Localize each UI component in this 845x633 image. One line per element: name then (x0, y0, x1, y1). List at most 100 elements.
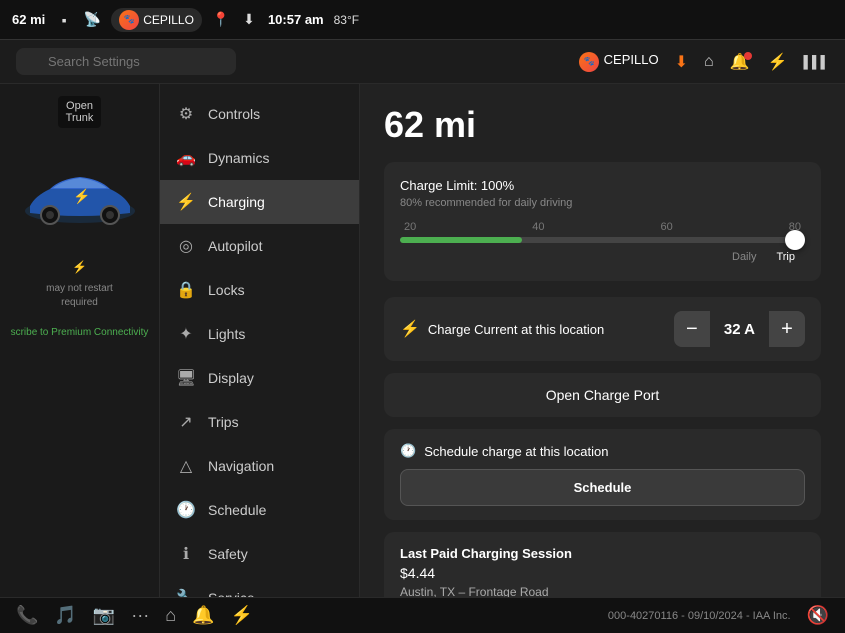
car-battery-badge: ⚡ (72, 260, 87, 274)
slider-fill (400, 237, 522, 243)
schedule-section: 🕐 Schedule charge at this location Sched… (384, 429, 821, 520)
volume-icon-taskbar[interactable]: 🔇 (807, 605, 829, 626)
lights-icon: ✦ (176, 324, 196, 344)
username-search: CEPILLO (604, 52, 659, 67)
download-icon-search[interactable]: ⬇ (675, 52, 688, 72)
navigation-label: Navigation (208, 458, 274, 474)
charging-icon-sidebar: ⚡ (176, 192, 196, 212)
slider-mark-60: 60 (661, 221, 673, 233)
sidebar-item-service[interactable]: 🔧 Service (160, 576, 359, 597)
locks-label: Locks (208, 282, 245, 298)
restart-note: may not restartrequired (46, 282, 113, 310)
music-icon-taskbar[interactable]: 🎵 (54, 605, 76, 626)
schedule-icon: 🕐 (176, 500, 196, 520)
search-input[interactable] (16, 48, 236, 75)
user-badge-search: 🐾 CEPILLO (579, 51, 658, 72)
open-trunk-label[interactable]: OpenTrunk (58, 96, 102, 128)
open-charge-port-button[interactable]: Open Charge Port (384, 373, 821, 417)
daily-mode-tab[interactable]: Daily (722, 249, 766, 265)
display-label: Display (208, 370, 254, 386)
wifi-icon: 📡 (83, 11, 101, 29)
charge-current-control: − 32 A + (674, 311, 805, 347)
sidebar-item-display[interactable]: 🖥 Display (160, 356, 359, 400)
charge-value-display: 32 A (710, 311, 769, 347)
safety-icon: ℹ (176, 544, 196, 564)
bluetooth-icon[interactable]: ⚡ (768, 52, 788, 72)
footer-text: 000-40270116 - 09/10/2024 - IAA Inc. (608, 610, 791, 622)
autopilot-label: Autopilot (208, 238, 262, 254)
clock-icon: 🕐 (400, 443, 416, 459)
sidebar-item-trips[interactable]: ↗ Trips (160, 400, 359, 444)
connectivity-note: scribe to Premium Connectivity (11, 326, 149, 340)
temp-display: 83°F (334, 13, 359, 27)
sidebar-item-autopilot[interactable]: ◎ Autopilot (160, 224, 359, 268)
bell-icon-search[interactable]: 🔔 (730, 52, 752, 72)
charging-icon-taskbar[interactable]: ⚡ (231, 605, 253, 626)
trip-mode-tab[interactable]: Trip (766, 249, 805, 265)
slider-mark-40: 40 (532, 221, 544, 233)
locks-icon: 🔒 (176, 280, 196, 300)
slider-mode-tabs: Daily Trip (400, 249, 805, 265)
charge-limit-label: Charge Limit: 100% (400, 178, 805, 193)
sidebar-item-lights[interactable]: ✦ Lights (160, 312, 359, 356)
charge-limit-section: Charge Limit: 100% 80% recommended for d… (384, 162, 821, 281)
avatar-small: 🐾 (119, 10, 139, 30)
search-bar-right: 🐾 CEPILLO ⬇ ⌂ 🔔 ⚡ ▌▌▌ (579, 51, 829, 72)
slider-track[interactable] (400, 237, 805, 243)
car-panel: OpenTrunk ⚡ ⚡ may not restartrequired sc… (0, 84, 160, 597)
charge-current-text: Charge Current at this location (428, 322, 604, 337)
sidebar: ⚙ Controls 🚗 Dynamics ⚡ Charging ◎ Autop… (160, 84, 360, 597)
sidebar-item-navigation[interactable]: △ Navigation (160, 444, 359, 488)
charge-current-section: ⚡ Charge Current at this location − 32 A… (384, 297, 821, 361)
slider-labels: 20 40 60 80 (400, 221, 805, 233)
last-session-location: Austin, TX – Frontage Road (400, 585, 805, 597)
slider-thumb[interactable] (785, 230, 805, 250)
service-label: Service (208, 590, 255, 597)
username-top: CEPILLO (143, 13, 194, 27)
controls-label: Controls (208, 106, 260, 122)
bell-icon-taskbar[interactable]: 🔔 (192, 605, 214, 626)
svg-text:⚡: ⚡ (73, 188, 90, 205)
car-image: ⚡ (10, 136, 150, 256)
navigation-icon: △ (176, 456, 196, 476)
search-wrapper: 🔍 (16, 48, 236, 75)
sidebar-item-dynamics[interactable]: 🚗 Dynamics (160, 136, 359, 180)
safety-label: Safety (208, 546, 248, 562)
charge-current-icon: ⚡ (400, 319, 420, 339)
last-session-title: Last Paid Charging Session (400, 546, 805, 561)
decrease-charge-button[interactable]: − (674, 311, 710, 347)
sidebar-item-locks[interactable]: 🔒 Locks (160, 268, 359, 312)
autopilot-icon: ◎ (176, 236, 196, 256)
taskbar: 📞 🎵 📷 ··· ⌂ 🔔 ⚡ 000-40270116 - 09/10/202… (0, 597, 845, 633)
dynamics-label: Dynamics (208, 150, 269, 166)
increase-charge-button[interactable]: + (769, 311, 805, 347)
sidebar-item-schedule[interactable]: 🕐 Schedule (160, 488, 359, 532)
apps-icon-taskbar[interactable]: ··· (131, 605, 149, 626)
download-icon: ⬇ (240, 11, 258, 29)
phone-icon-taskbar[interactable]: 📞 (16, 605, 38, 626)
range-display-top: 62 mi (12, 12, 45, 27)
home-icon-search[interactable]: ⌂ (704, 53, 714, 71)
dynamics-icon: 🚗 (176, 148, 196, 168)
schedule-label: Schedule (208, 502, 266, 518)
home-icon-taskbar[interactable]: ⌂ (165, 605, 176, 626)
controls-icon: ⚙ (176, 104, 196, 124)
avatar-search: 🐾 (579, 52, 599, 72)
camera-icon-taskbar[interactable]: 📷 (93, 605, 115, 626)
time-display: 10:57 am (268, 12, 324, 27)
trips-icon: ↗ (176, 412, 196, 432)
sidebar-item-controls[interactable]: ⚙ Controls (160, 92, 359, 136)
main-layout: OpenTrunk ⚡ ⚡ may not restartrequired sc… (0, 84, 845, 597)
battery-icon-top: ▪ (55, 11, 73, 29)
user-badge-top: 🐾 CEPILLO (111, 8, 202, 32)
sidebar-item-charging[interactable]: ⚡ Charging (160, 180, 359, 224)
schedule-header-text: Schedule charge at this location (424, 444, 608, 459)
search-bar: 🔍 🐾 CEPILLO ⬇ ⌂ 🔔 ⚡ ▌▌▌ (0, 40, 845, 84)
schedule-button[interactable]: Schedule (400, 469, 805, 506)
display-icon: 🖥 (176, 368, 196, 388)
schedule-header: 🕐 Schedule charge at this location (400, 443, 805, 459)
sidebar-item-safety[interactable]: ℹ Safety (160, 532, 359, 576)
last-session-cost: $4.44 (400, 565, 805, 581)
location-icon: 📍 (212, 11, 230, 29)
charging-label: Charging (208, 194, 265, 210)
